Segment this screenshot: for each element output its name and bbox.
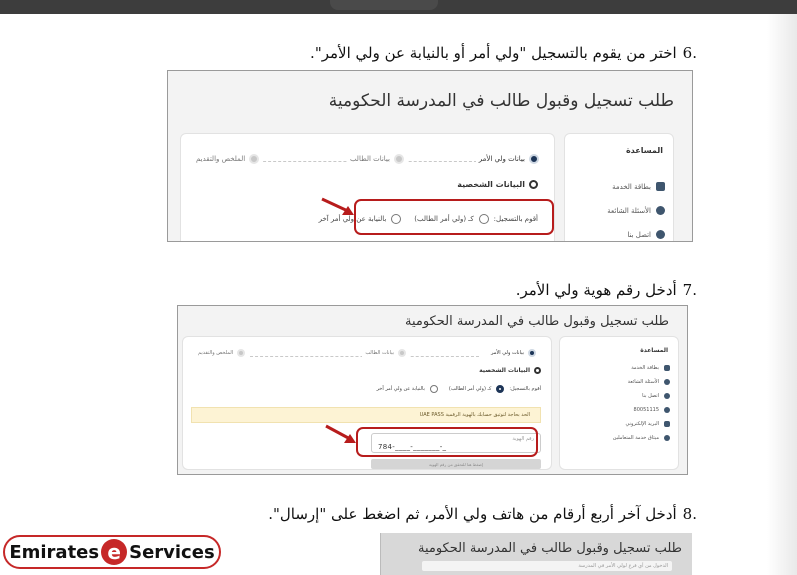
section-personal-data: البيانات الشخصية	[479, 367, 541, 374]
radio-on-behalf[interactable]	[429, 385, 438, 393]
logo-right: Services	[129, 541, 215, 563]
help-item-service-card[interactable]: بطاقة الخدمة	[631, 365, 670, 371]
form-title: طلب تسجيل وقبول طالب في المدرسة الحكومية	[404, 314, 669, 329]
step-guardian-data[interactable]: بيانات ولي الأمر	[487, 349, 539, 357]
logo-e-icon: e	[101, 539, 128, 565]
help-item-contact[interactable]: اتصل بنا	[627, 230, 665, 239]
radio-guardian[interactable]	[496, 385, 505, 393]
logo-left: Emirates	[9, 541, 100, 563]
step-summary[interactable]: الملخص والتقديم	[193, 154, 263, 164]
mail-icon	[664, 421, 670, 427]
person-icon	[398, 349, 406, 357]
page-edge	[767, 14, 797, 575]
radio-on-behalf-label: بالنيابة عن ولي أمر آخر	[376, 386, 425, 392]
location-icon	[656, 230, 665, 239]
headset-icon	[664, 407, 670, 413]
step-guardian-data[interactable]: بيانات ولي الأمر	[475, 154, 542, 164]
help-item-faq[interactable]: الأسئلة الشائعة	[607, 206, 665, 215]
screenshot-step-8: طلب تسجيل وقبول طالب في المدرسة الحكومية…	[380, 533, 692, 575]
highlight-box	[354, 199, 554, 235]
step-6-text: اختر من يقوم بالتسجيل "ولي أمر أو بالنيا…	[310, 44, 677, 62]
registrant-radio-group: أقوم بالتسجيل: كـ (ولي أمر الطالب) بالني…	[377, 385, 541, 393]
step-8-number: .8	[682, 505, 697, 523]
step-summary[interactable]: الملخص والتقديم	[195, 349, 249, 357]
verify-id-button[interactable]: إضغط هنا للتحقق من رقم الهوية	[371, 459, 541, 469]
help-item-email[interactable]: البريد الإلكتروني	[625, 421, 670, 427]
radio-label: أقوم بالتسجيل:	[509, 386, 541, 392]
radio-guardian-label: كـ (ولي أمر الطالب)	[448, 386, 492, 392]
location-icon	[664, 393, 670, 399]
question-icon	[664, 379, 670, 385]
step-8-heading: .8 أدخل آخر أربع أرقام من هاتف ولي الأمر،…	[268, 505, 697, 523]
help-item-service-card[interactable]: بطاقة الخدمة	[612, 182, 665, 191]
toolbar-tab[interactable]	[330, 0, 438, 10]
help-panel: المساعدة بطاقة الخدمة الأسئلة الشائعة ات…	[559, 336, 679, 470]
screenshot-step-6: طلب تسجيل وقبول طالب في المدرسة الحكومية…	[167, 70, 693, 242]
user-icon	[534, 367, 541, 374]
progress-stepper: بيانات ولي الأمر بيانات الطالب الملخص وا…	[195, 349, 539, 365]
eye-icon	[664, 435, 670, 441]
pdf-toolbar	[0, 0, 797, 14]
step-8-text: أدخل آخر أربع أرقام من هاتف ولي الأمر، ث…	[268, 505, 677, 523]
progress-stepper: بيانات ولي الأمر بيانات الطالب الملخص وا…	[193, 154, 542, 170]
step-7-number: .7	[682, 281, 697, 299]
emirates-e-services-logo: Emirates e Services	[3, 535, 221, 569]
step-student-data[interactable]: بيانات الطالب	[346, 154, 407, 164]
pointer-arrow-icon	[321, 197, 354, 215]
step-student-data[interactable]: بيانات الطالب	[362, 349, 409, 357]
document-icon	[664, 365, 670, 371]
user-icon	[529, 180, 538, 189]
form-title: طلب تسجيل وقبول طالب في المدرسة الحكومية	[417, 541, 682, 556]
summary-icon	[249, 154, 260, 164]
step-6-number: .6	[682, 44, 697, 62]
pen-icon	[529, 154, 539, 164]
step-6-heading: .6 اختر من يقوم بالتسجيل "ولي أمر أو بالن…	[310, 44, 697, 62]
help-item-faq[interactable]: الأسئلة الشائعة	[628, 379, 670, 385]
form-title: طلب تسجيل وقبول طالب في المدرسة الحكومية	[328, 91, 674, 111]
question-icon	[656, 206, 665, 215]
help-title: المساعدة	[625, 146, 663, 155]
highlight-box	[356, 427, 538, 457]
step-7-heading: .7 أدخل رقم هوية ولي الأمر.	[516, 281, 697, 299]
help-item-contact[interactable]: اتصل بنا	[642, 393, 670, 399]
document-icon	[656, 182, 665, 191]
step-7-text: أدخل رقم هوية ولي الأمر.	[515, 281, 677, 299]
help-item-phone[interactable]: 80051115	[634, 407, 670, 413]
pen-icon	[528, 349, 536, 357]
screenshot-step-7: طلب تسجيل وقبول طالب في المدرسة الحكومية…	[177, 305, 688, 475]
pointer-arrow-icon	[325, 424, 356, 443]
section-personal-data: البيانات الشخصية	[457, 180, 538, 189]
person-icon	[394, 154, 404, 164]
help-title: المساعدة	[640, 347, 668, 354]
notice-line: الدخول من أي فرع لولي الأمر في المدرسة	[422, 561, 672, 571]
uae-pass-banner: الحد بحاجة لتوثيق حسابك بالهوية الرقمية …	[191, 407, 541, 423]
summary-icon	[237, 349, 246, 357]
help-panel: المساعدة بطاقة الخدمة الأسئلة الشائعة ات…	[564, 133, 674, 241]
help-item-charter[interactable]: ميثاق خدمة المتعاملين	[613, 435, 670, 441]
